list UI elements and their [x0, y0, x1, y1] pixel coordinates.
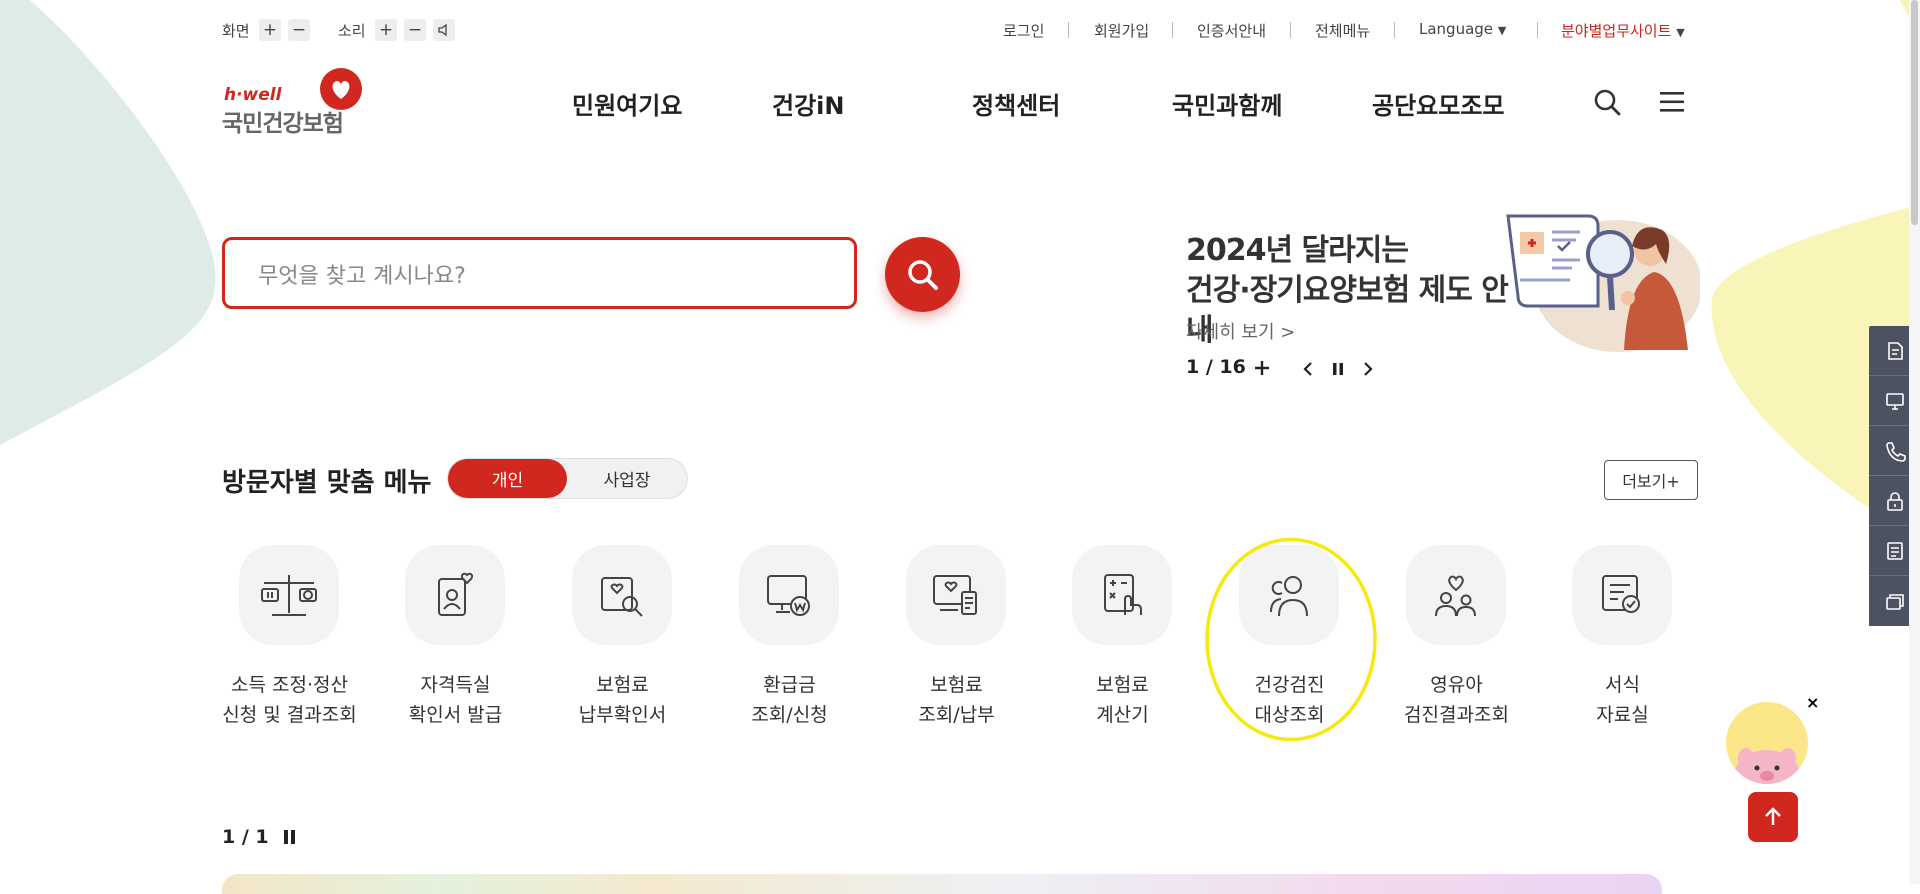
menu-label: 영유아 검진결과조회	[1404, 674, 1509, 726]
banner-title-line1: 2024년 달라지는	[1186, 233, 1409, 268]
menu-icon-wrap	[906, 545, 1006, 645]
separator	[1290, 22, 1291, 38]
list-icon	[1886, 541, 1903, 560]
search-button[interactable]	[885, 237, 960, 312]
logo-tagline: h·well	[224, 85, 282, 105]
tab-personal[interactable]: 개인	[448, 459, 567, 498]
pause-icon[interactable]	[283, 829, 297, 845]
nav-item-policy-center[interactable]: 정책센터	[972, 86, 1060, 121]
scroll-top-button[interactable]	[1748, 792, 1798, 842]
menu-page-current: 1	[222, 826, 236, 848]
menu-label: 소득 조정·정산 신청 및 결과조회	[222, 674, 357, 726]
menu-label: 보험료 계산기	[1096, 674, 1149, 726]
menu-item-premium-payment[interactable]: 보험료 조회/납부	[873, 545, 1040, 735]
scrollbar-thumb[interactable]	[1911, 0, 1918, 225]
banner-illustration	[1506, 214, 1700, 352]
nav-item-with-citizens[interactable]: 국민과함께	[1172, 86, 1282, 121]
chevron-right-icon[interactable]	[1362, 361, 1374, 377]
windows-icon	[1885, 594, 1904, 610]
screen-size-label: 화면	[222, 22, 250, 40]
id-card-heart-icon	[438, 572, 474, 616]
all-menu-link[interactable]: 전체메뉴	[1315, 20, 1370, 41]
certificate-info-link[interactable]: 인증서안내	[1197, 20, 1266, 41]
family-heart-icon	[1435, 575, 1476, 617]
logo[interactable]: h·well 국민건강보험	[222, 68, 402, 137]
menu-label: 서식 자료실	[1596, 674, 1649, 726]
calculator-hand-icon	[1104, 574, 1142, 615]
search-icon[interactable]	[1593, 88, 1621, 116]
search-placeholder: 무엇을 찾고 계시나요?	[258, 264, 466, 289]
caret-down-icon: ▼	[1676, 26, 1685, 39]
menu-pager: 1 / 1	[222, 826, 269, 848]
banner-page-total: 16	[1219, 356, 1246, 378]
menu-item-qualification-certificate[interactable]: 자격득실 확인서 발급	[372, 545, 539, 735]
menu-item-income-adjustment[interactable]: 소득 조정·정산 신청 및 결과조회	[206, 545, 373, 735]
field-sites-select[interactable]: 분야별업무사이트 ▼	[1561, 20, 1685, 41]
menu-label: 보험료 납부확인서	[578, 674, 667, 726]
menu-icon-wrap	[1072, 545, 1172, 645]
chatbot-mascot[interactable]	[1724, 700, 1810, 786]
tab-business[interactable]: 사업장	[567, 459, 687, 498]
separator	[1394, 22, 1395, 38]
menu-item-payment-confirmation[interactable]: 보험료 납부확인서	[539, 545, 706, 735]
menu-item-infant-checkup-results[interactable]: 영유아 검진결과조회	[1373, 545, 1540, 735]
hamburger-menu-icon[interactable]	[1658, 90, 1686, 114]
field-sites-label: 분야별업무사이트	[1561, 22, 1672, 40]
caret-down-icon: ▼	[1497, 24, 1507, 37]
menu-item-premium-calculator[interactable]: 보험료 계산기	[1039, 545, 1206, 735]
monitor-receipt-icon	[933, 575, 977, 615]
banner-detail-link[interactable]: 자세히 보기 >	[1186, 318, 1295, 344]
login-link[interactable]: 로그인	[1003, 20, 1044, 41]
nav-item-health-in[interactable]: 건강iN	[772, 86, 844, 121]
close-icon[interactable]: ×	[1806, 693, 1819, 712]
phone-icon	[1885, 441, 1906, 462]
language-select[interactable]: Language ▼	[1419, 20, 1506, 38]
menu-icon-wrap	[239, 545, 339, 645]
separator	[1068, 22, 1069, 38]
banner-page-current: 1	[1186, 356, 1200, 378]
nav-item-about[interactable]: 공단요모조모	[1372, 86, 1504, 121]
menu-item-refund[interactable]: 환급금 조회/신청	[706, 545, 873, 735]
form-check-icon	[1602, 575, 1640, 613]
menu-item-form-library[interactable]: 서식 자료실	[1539, 545, 1706, 735]
speaker-button[interactable]	[433, 19, 455, 41]
monitor-won-icon	[767, 575, 810, 616]
bottom-banner-strip	[222, 874, 1662, 894]
menu-icon-wrap	[572, 545, 672, 645]
plus-icon[interactable]	[1254, 360, 1270, 376]
screen-zoom-out-button[interactable]: −	[288, 19, 310, 41]
highlight-ellipse	[1205, 537, 1377, 742]
menu-icon-wrap	[739, 545, 839, 645]
menu-icon-wrap	[1572, 545, 1672, 645]
nav-item-civil-service[interactable]: 민원여기요	[572, 86, 682, 121]
menu-label: 환급금 조회/신청	[751, 674, 828, 726]
section-title: 방문자별 맞춤 메뉴	[222, 468, 432, 498]
menu-page-total: 1	[255, 826, 269, 848]
sound-up-button[interactable]: +	[375, 19, 397, 41]
document-icon	[1887, 341, 1903, 360]
more-button[interactable]: 더보기+	[1604, 460, 1698, 500]
scale-icon	[261, 575, 317, 616]
menu-icon-wrap	[1406, 545, 1506, 645]
menu-icon-wrap	[405, 545, 505, 645]
signup-link[interactable]: 회원가입	[1094, 20, 1149, 41]
screen-zoom-in-button[interactable]: +	[259, 19, 281, 41]
sound-down-button[interactable]: −	[404, 19, 426, 41]
arrow-up-icon	[1765, 807, 1781, 825]
lock-icon	[1886, 491, 1903, 511]
monitor-icon	[1885, 392, 1904, 410]
search-icon	[907, 259, 938, 290]
sound-label: 소리	[338, 22, 366, 40]
language-label: Language	[1419, 20, 1494, 38]
menu-label: 자격득실 확인서 발급	[408, 674, 503, 726]
separator	[1537, 22, 1538, 38]
menu-label: 보험료 조회/납부	[918, 674, 995, 726]
heart-bubble-icon	[320, 68, 362, 110]
pause-icon[interactable]	[1331, 361, 1345, 377]
banner-pager: 1 / 16	[1186, 356, 1246, 378]
document-search-icon	[601, 577, 643, 617]
separator	[1172, 22, 1173, 38]
chevron-left-icon[interactable]	[1302, 361, 1314, 377]
speaker-icon	[438, 23, 447, 37]
